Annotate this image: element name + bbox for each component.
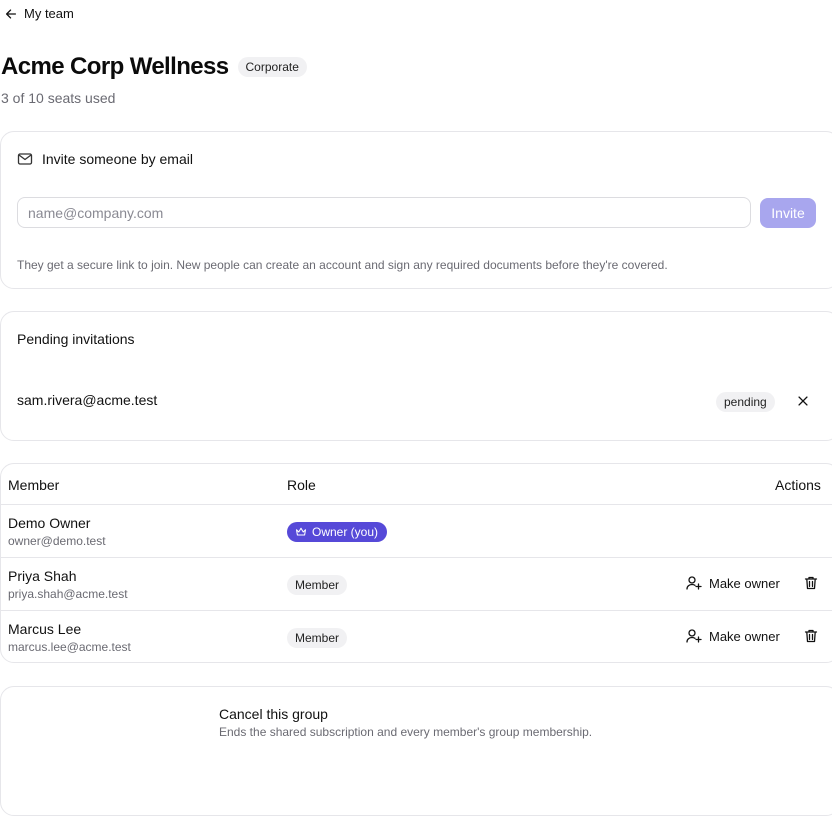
invite-email-input[interactable] bbox=[17, 197, 751, 228]
remove-member-button[interactable] bbox=[803, 575, 819, 591]
invite-button[interactable]: Invite bbox=[760, 198, 816, 228]
cancel-group-description: Ends the shared subscription and every m… bbox=[219, 725, 593, 739]
make-owner-label: Make owner bbox=[709, 628, 780, 644]
make-owner-button[interactable]: Make owner bbox=[686, 628, 780, 644]
revoke-invite-button[interactable] bbox=[795, 393, 811, 409]
pending-invite-email: sam.rivera@acme.test bbox=[17, 392, 158, 408]
member-role-badge: Member bbox=[287, 628, 348, 648]
pending-invitations-heading: Pending invitations bbox=[17, 331, 135, 347]
page-header: Acme Corp Wellness Corporate bbox=[1, 53, 307, 81]
crown-icon bbox=[295, 527, 307, 536]
back-link-label: My team bbox=[24, 6, 74, 21]
page-title: Acme Corp Wellness bbox=[1, 53, 229, 80]
arrow-left-icon bbox=[5, 8, 17, 19]
trash-icon bbox=[804, 629, 818, 643]
seats-used-text: 3 of 10 seats used bbox=[1, 90, 116, 106]
plan-badge: Corporate bbox=[237, 57, 307, 77]
members-table: Member Role Actions Demo Owner owner@dem… bbox=[0, 463, 832, 663]
invite-heading: Invite someone by email bbox=[17, 151, 193, 167]
mail-icon bbox=[17, 153, 33, 165]
member-name: Marcus Lee bbox=[8, 621, 82, 637]
cancel-group-title: Cancel this group bbox=[219, 706, 328, 722]
make-owner-button[interactable]: Make owner bbox=[686, 575, 780, 591]
member-name: Demo Owner bbox=[8, 515, 91, 531]
table-row: Demo Owner owner@demo.test Owner (you) bbox=[1, 504, 832, 558]
owner-role-label: Owner (you) bbox=[312, 525, 379, 539]
trash-icon bbox=[804, 576, 818, 590]
invite-help-text: They get a secure link to join. New peop… bbox=[17, 258, 668, 272]
table-row: Priya Shah priya.shah@acme.test Member M… bbox=[1, 557, 832, 611]
member-email: owner@demo.test bbox=[8, 534, 106, 548]
member-email: priya.shah@acme.test bbox=[8, 587, 128, 601]
column-header-member: Member bbox=[8, 477, 60, 493]
make-owner-label: Make owner bbox=[709, 575, 780, 591]
user-plus-icon bbox=[686, 629, 702, 643]
invite-card: Invite someone by email Invite They get … bbox=[0, 131, 832, 289]
member-name: Priya Shah bbox=[8, 568, 77, 584]
column-header-actions: Actions bbox=[775, 477, 821, 493]
back-link-my-team[interactable]: My team bbox=[4, 6, 74, 21]
role-cell: Owner (you) bbox=[287, 522, 388, 543]
member-role-badge: Member bbox=[287, 575, 348, 595]
user-plus-icon bbox=[686, 576, 702, 590]
owner-role-badge: Owner (you) bbox=[287, 522, 388, 542]
pending-invitations-card: Pending invitations sam.rivera@acme.test… bbox=[0, 311, 832, 441]
close-icon bbox=[798, 396, 808, 406]
remove-member-button[interactable] bbox=[803, 628, 819, 644]
cancel-group-card: Cancel this group Ends the shared subscr… bbox=[0, 686, 832, 816]
pending-status-badge: pending bbox=[716, 392, 775, 412]
member-email: marcus.lee@acme.test bbox=[8, 640, 131, 654]
table-row: Marcus Lee marcus.lee@acme.test Member M… bbox=[1, 610, 832, 664]
invite-heading-label: Invite someone by email bbox=[42, 151, 193, 167]
column-header-role: Role bbox=[287, 477, 316, 493]
